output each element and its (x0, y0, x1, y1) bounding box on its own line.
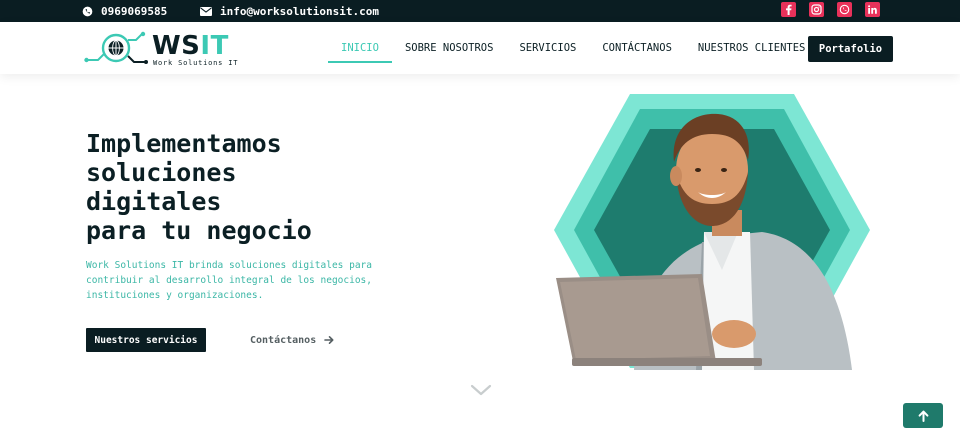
brand-logo[interactable]: WSIT Work Solutions IT (84, 30, 237, 70)
nav-item-nuestros-clientes[interactable]: NUESTROS CLIENTES (685, 22, 818, 74)
arrow-right-icon (324, 336, 334, 344)
hero-title: Implementamos soluciones digitales para … (86, 129, 416, 245)
top-bar: 0969069585 info@worksolutionsit.com (0, 0, 960, 22)
nuestros-servicios-button[interactable]: Nuestros servicios (86, 328, 206, 352)
hero-title-line: para tu negocio (86, 216, 312, 245)
nav-item-servicios[interactable]: SERVICIOS (506, 22, 589, 74)
logo-subtitle: Work Solutions IT (153, 59, 239, 67)
facebook-icon[interactable] (781, 2, 796, 17)
circuit-globe-icon (84, 31, 148, 64)
whatsapp-social-icon[interactable] (837, 2, 852, 17)
main-nav: INICIO SOBRE NOSOTROS SERVICIOS CONTÁCTA… (328, 22, 818, 74)
nav-item-contactanos[interactable]: CONTÁCTANOS (589, 22, 685, 74)
nav-item-inicio[interactable]: INICIO (328, 22, 392, 74)
hero-title-line: Implementamos (86, 129, 282, 158)
email-address: info@worksolutionsit.com (220, 4, 379, 18)
arrow-up-icon (918, 410, 928, 422)
email-contact[interactable]: info@worksolutionsit.com (200, 0, 379, 22)
hero-title-line: soluciones (86, 158, 237, 187)
portafolio-button[interactable]: Portafolio (808, 36, 893, 62)
back-to-top-button[interactable] (903, 403, 943, 428)
phone-contact[interactable]: 0969069585 (82, 0, 167, 22)
main-navbar: WSIT Work Solutions IT INICIO SOBRE NOSO… (0, 22, 960, 74)
linkedin-icon[interactable] (865, 2, 880, 17)
contactanos-link-label: Contáctanos (250, 334, 317, 346)
whatsapp-icon (82, 6, 93, 16)
phone-number: 0969069585 (101, 4, 168, 18)
envelope-icon (200, 6, 212, 16)
nav-item-sobre-nosotros[interactable]: SOBRE NOSOTROS (392, 22, 507, 74)
hero-title-line: digitales (86, 187, 222, 216)
logo-wordmark: WSIT (152, 31, 229, 61)
hero-description: Work Solutions IT brinda soluciones digi… (86, 260, 372, 301)
instagram-icon[interactable] (809, 2, 824, 17)
social-links (781, 2, 880, 17)
hero-illustration (554, 94, 870, 370)
contactanos-link[interactable]: Contáctanos (250, 328, 334, 352)
chevron-down-icon[interactable] (470, 384, 492, 396)
